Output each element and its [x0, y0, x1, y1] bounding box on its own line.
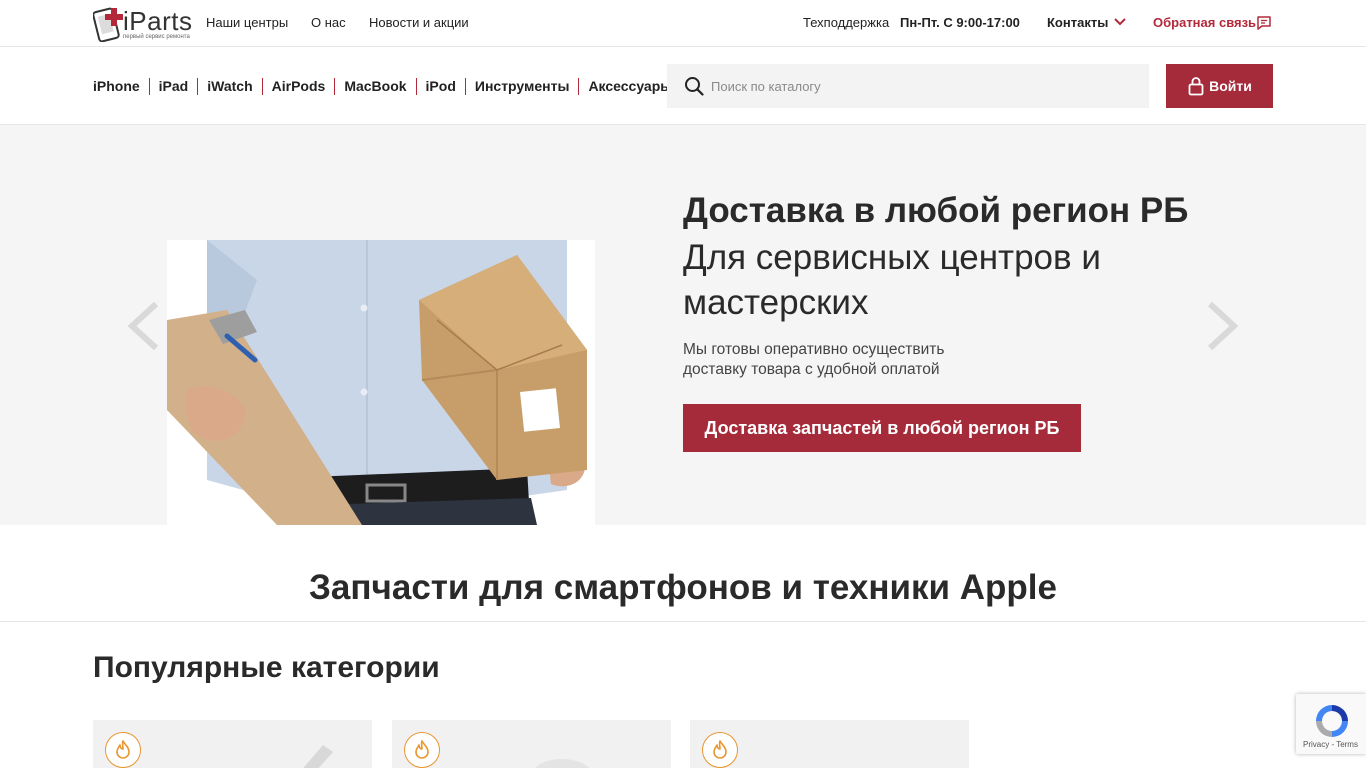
lock-icon	[1188, 77, 1204, 96]
search-icon[interactable]	[684, 76, 704, 96]
search-box	[667, 64, 1149, 108]
popular-categories-title: Популярные категории	[93, 651, 440, 684]
fire-icon	[105, 732, 141, 768]
feedback-link[interactable]: Обратная связь	[1153, 15, 1256, 30]
search-input[interactable]	[711, 64, 1131, 108]
category-ipod[interactable]: iPod	[415, 78, 465, 95]
category-iwatch[interactable]: iWatch	[197, 78, 261, 95]
recaptcha-icon	[1316, 705, 1348, 737]
logo-text: iParts	[123, 6, 193, 36]
hero-cta-button[interactable]: Доставка запчастей в любой регион РБ	[683, 404, 1081, 452]
chat-icon[interactable]	[1256, 15, 1272, 31]
arrow-left-icon[interactable]	[126, 300, 160, 352]
section-title: Запчасти для смартфонов и техники Apple	[309, 568, 1057, 607]
logo-tagline: первый сервис ремонта	[123, 34, 190, 40]
category-airpods[interactable]: AirPods	[261, 78, 335, 95]
category-iphone[interactable]: iPhone	[93, 78, 149, 95]
category-nav: iPhone iPad iWatch AirPods MacBook iPod …	[93, 78, 681, 95]
login-label: Войти	[1209, 78, 1252, 94]
support-hours: Пн-Пт. С 9:00-17:00	[900, 15, 1020, 30]
logo-icon	[93, 7, 123, 42]
login-button[interactable]: Войти	[1166, 64, 1273, 108]
chevron-down-icon[interactable]	[1113, 17, 1127, 27]
nav-link-about[interactable]: О нас	[311, 15, 346, 30]
category-card[interactable]	[690, 720, 969, 768]
hero-subtitle: Для сервисных центров и мастерских	[683, 238, 1101, 322]
top-bar: iParts первый сервис ремонта Наши центры…	[0, 0, 1366, 47]
support-label: Техподдержка	[803, 15, 890, 30]
hero-slider: Доставка в любой регион РБ Для сервисных…	[0, 125, 1366, 525]
hero-description: Мы готовы оперативно осуществить доставк…	[683, 341, 945, 378]
hero-image	[167, 240, 595, 525]
nav-link-centers[interactable]: Наши центры	[206, 15, 288, 30]
logo[interactable]: iParts первый сервис ремонта	[93, 6, 192, 42]
arrow-right-icon[interactable]	[1206, 300, 1240, 352]
category-ipad[interactable]: iPad	[148, 78, 198, 95]
category-accessories[interactable]: Аксессуары	[578, 78, 681, 95]
nav-link-news[interactable]: Новости и акции	[369, 15, 469, 30]
recaptcha-badge[interactable]: Privacy - Terms	[1296, 694, 1366, 754]
fire-icon	[404, 732, 440, 768]
category-card[interactable]	[93, 720, 372, 768]
contacts-dropdown[interactable]: Контакты	[1047, 15, 1108, 30]
category-bar: iPhone iPad iWatch AirPods MacBook iPod …	[0, 48, 1366, 125]
hero-title: Доставка в любой регион РБ	[683, 191, 1189, 230]
category-macbook[interactable]: MacBook	[334, 78, 415, 95]
category-tools[interactable]: Инструменты	[464, 78, 579, 95]
fire-icon	[702, 732, 738, 768]
recaptcha-links[interactable]: Privacy - Terms	[1303, 740, 1358, 749]
divider	[0, 621, 1366, 622]
category-card[interactable]	[392, 720, 671, 768]
